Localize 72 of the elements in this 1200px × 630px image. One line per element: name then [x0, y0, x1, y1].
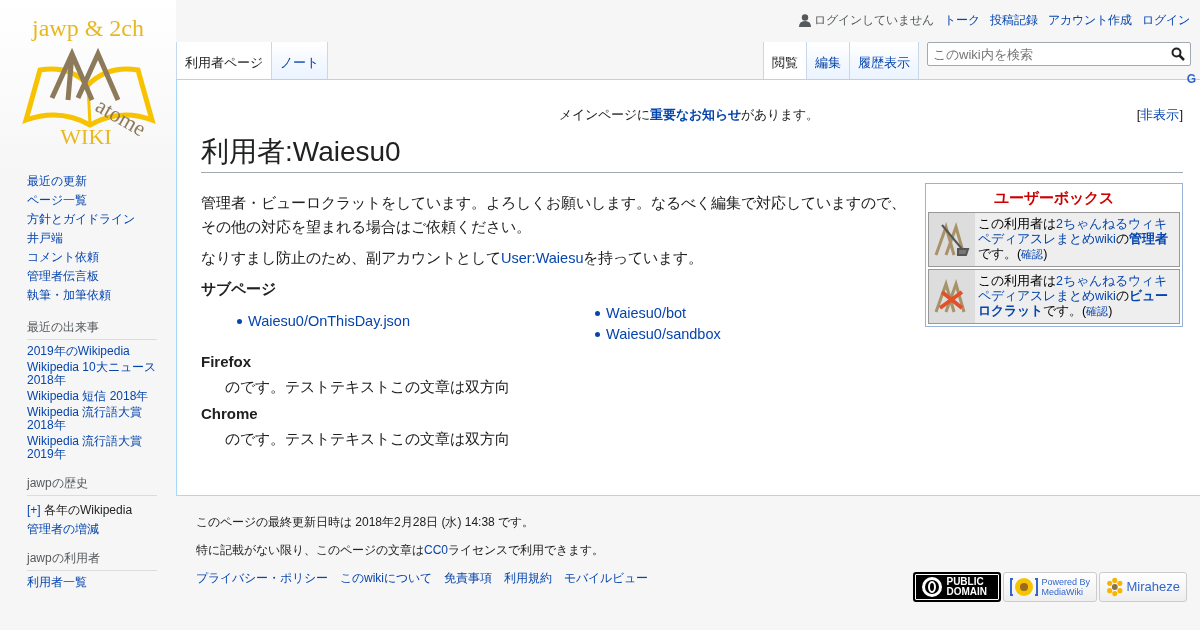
footer-link[interactable]: モバイルビュー	[564, 570, 648, 587]
footer-badge[interactable]: PUBLIC DOMAIN	[913, 572, 1002, 602]
section-heading: サブページ	[201, 279, 277, 299]
personal-link[interactable]: アカウント作成	[1048, 11, 1132, 29]
sidebar-link[interactable]: Wikipedia 10大ニュース 2018年	[27, 361, 167, 387]
footer-link[interactable]: プライバシー・ポリシー	[196, 570, 328, 587]
footer-badge[interactable]: Powered By MediaWiki	[1003, 572, 1097, 602]
frame-mop-icon	[932, 220, 972, 259]
flower-dots-icon	[1106, 575, 1124, 599]
sidebar-link[interactable]: 管理者の増減	[27, 523, 167, 536]
personal-link[interactable]: 投稿記録	[990, 11, 1038, 29]
page-tab[interactable]: 利用者ページ	[176, 42, 272, 80]
sidebar-link[interactable]: 井戸端	[27, 229, 167, 248]
sidebar-link[interactable]: 2019年のWikipedia	[27, 345, 167, 358]
sidebar-link[interactable]: 利用者一覧	[27, 576, 167, 589]
subpage-link[interactable]: Waiesu0/OnThisDay.json	[248, 311, 410, 332]
footer-info: 特に記載がない限り、このページの文章はCC0ライセンスで利用できます。	[196, 542, 605, 558]
footer-link[interactable]: 免責事項	[444, 570, 492, 587]
userbox-title: ユーザーボックス	[993, 188, 1115, 208]
section-heading: Firefox	[201, 353, 252, 371]
user-icon	[799, 13, 811, 27]
paragraph: なりすまし防止のため、副アカウントとして User:Waiesuを持っています。	[201, 249, 705, 268]
login-status: ログインしていません	[814, 11, 934, 29]
zero-circle-icon	[921, 576, 944, 598]
portal-heading: jawpの利用者	[27, 550, 157, 571]
paragraph: 管理者・ビューロクラットをしています。よろしくお願いします。なるべく編集で対応していますので、その他の対応を望まれる場合はご依頼ください。	[201, 194, 907, 237]
footer-info: このページの最終更新日時は 2018年2月28日 (水) 14:38 です。	[196, 514, 536, 530]
view-tab[interactable]: 履歴表示	[850, 42, 919, 80]
section-text: のです。テストテキストこの文章は双方向	[224, 430, 511, 449]
section-heading: Chrome	[201, 405, 259, 423]
sidebar-link[interactable]: Wikipedia 短信 2018年	[27, 390, 167, 403]
bracket: ]	[1179, 107, 1183, 122]
sidebar-link[interactable]: ページ一覧	[27, 191, 167, 210]
subpage-link[interactable]: Waiesu0/sandbox	[606, 324, 721, 345]
sidebar-link[interactable]: 執筆・加筆依頼	[27, 286, 167, 305]
sidebar-link[interactable]: 方針とガイドライン	[27, 210, 167, 229]
view-tab[interactable]: 閲覧	[763, 42, 807, 80]
view-tab[interactable]: 編集	[807, 42, 850, 80]
search-icon[interactable]	[1171, 47, 1185, 61]
portal-label: 各年のWikipedia	[44, 503, 133, 517]
section-text: のです。テストテキストこの文章は双方向	[224, 378, 511, 397]
text-link[interactable]: 重要なお知らせ	[649, 107, 741, 122]
sidebar-link[interactable]: 管理者伝言板	[27, 267, 167, 286]
personal-link[interactable]: トーク	[944, 11, 980, 29]
bullet-icon	[595, 311, 600, 316]
text-link[interactable]: CC0	[424, 543, 448, 557]
portal-heading: 最近の出来事	[27, 319, 157, 340]
subpage-link[interactable]: Waiesu0/bot	[606, 303, 687, 324]
footer-link[interactable]: 利用規約	[504, 570, 552, 587]
hide-link[interactable]: 非表示	[1140, 107, 1180, 122]
page-title: 利用者:Waiesu0	[201, 134, 1183, 173]
search-field[interactable]: このwiki内を検索	[927, 42, 1191, 66]
sunflower-icon	[1010, 576, 1039, 598]
sidebar-link[interactable]: 最近の更新	[27, 172, 167, 191]
personal-link[interactable]: ログイン	[1142, 11, 1190, 29]
site-logo[interactable]: jawp & 2ch atome WIKI	[20, 10, 160, 150]
sidebar-link[interactable]: Wikipedia 流行語大賞 2018年	[27, 406, 167, 432]
text-link[interactable]: User:Waiesu	[501, 250, 584, 266]
portal-heading: jawpの歴史	[27, 475, 157, 496]
userbox-text: この利用者は2ちゃんねるウィキペディアスレまとめwikiの管理者 です。(確認)	[977, 216, 1169, 263]
site-notice: メインページに重要なお知らせがあります。	[557, 106, 820, 124]
userbox-text: この利用者は2ちゃんねるウィキペディアスレまとめwikiのビューロクラット です。(確認)	[977, 273, 1169, 320]
bullet-icon	[237, 319, 242, 324]
sidebar-link[interactable]: コメント依頼	[27, 248, 167, 267]
page-tab[interactable]: ノート	[272, 42, 328, 80]
footer-link[interactable]: このwikiについて	[340, 570, 432, 587]
corner-mark: G	[1186, 72, 1196, 86]
bracket: [	[1136, 107, 1141, 122]
footer-badge[interactable]: Miraheze	[1099, 572, 1187, 602]
sidebar-link[interactable]: Wikipedia 流行語大賞 2019年	[27, 435, 167, 461]
bullet-icon	[595, 332, 600, 337]
expand-toggle[interactable]: [+]	[27, 503, 41, 517]
